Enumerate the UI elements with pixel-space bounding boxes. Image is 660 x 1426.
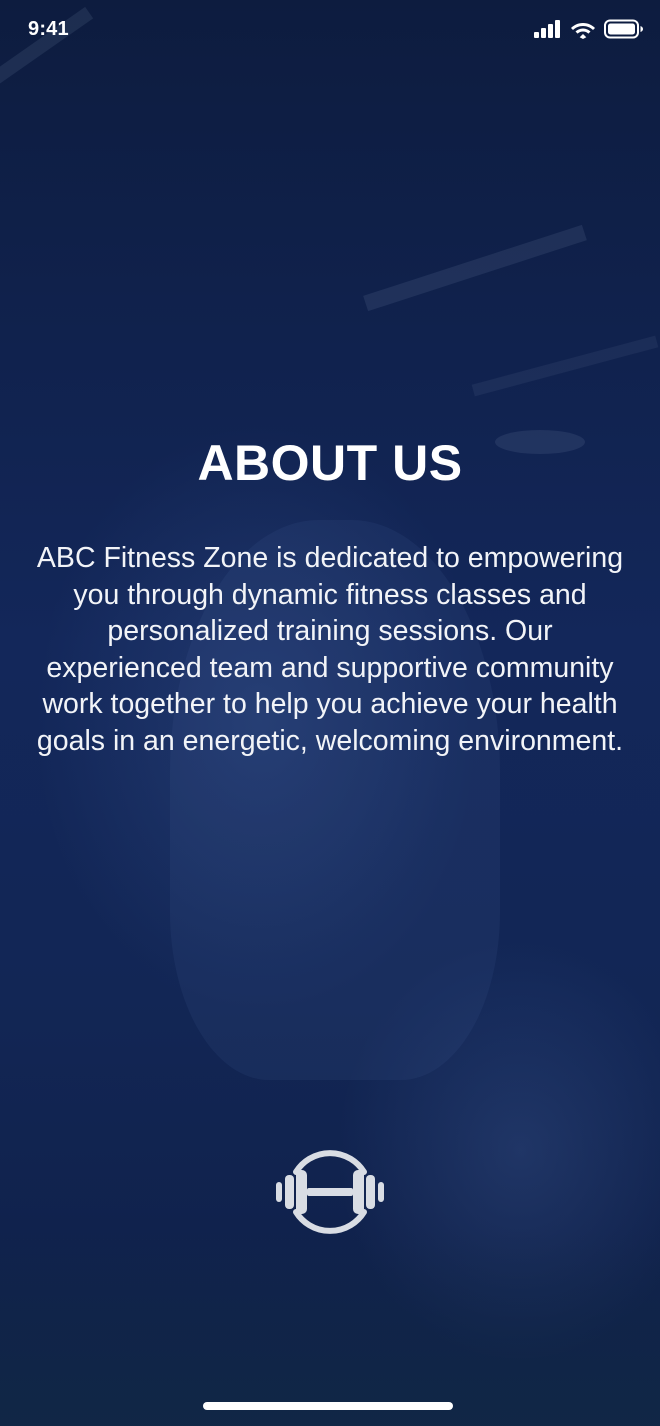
status-bar: 9:41 [0, 0, 660, 62]
background-ceiling-light [363, 224, 587, 312]
about-us-screen: 9:41 ABOUT US ABC Fitness Zone is dedica… [0, 0, 660, 1426]
wifi-icon [571, 22, 595, 39]
about-section: ABOUT US ABC Fitness Zone is dedicated t… [0, 432, 660, 759]
background-floor [0, 1230, 660, 1426]
dumbbell-logo-icon [276, 1150, 384, 1234]
page-title: ABOUT US [197, 435, 463, 491]
battery-icon [604, 19, 643, 39]
status-icons [534, 18, 644, 40]
about-description: ABC Fitness Zone is dedicated to empower… [36, 542, 624, 757]
home-indicator[interactable] [203, 1402, 453, 1410]
status-time: 9:41 [28, 18, 69, 40]
background-ceiling-light [471, 335, 659, 397]
signal-icon [534, 20, 560, 38]
